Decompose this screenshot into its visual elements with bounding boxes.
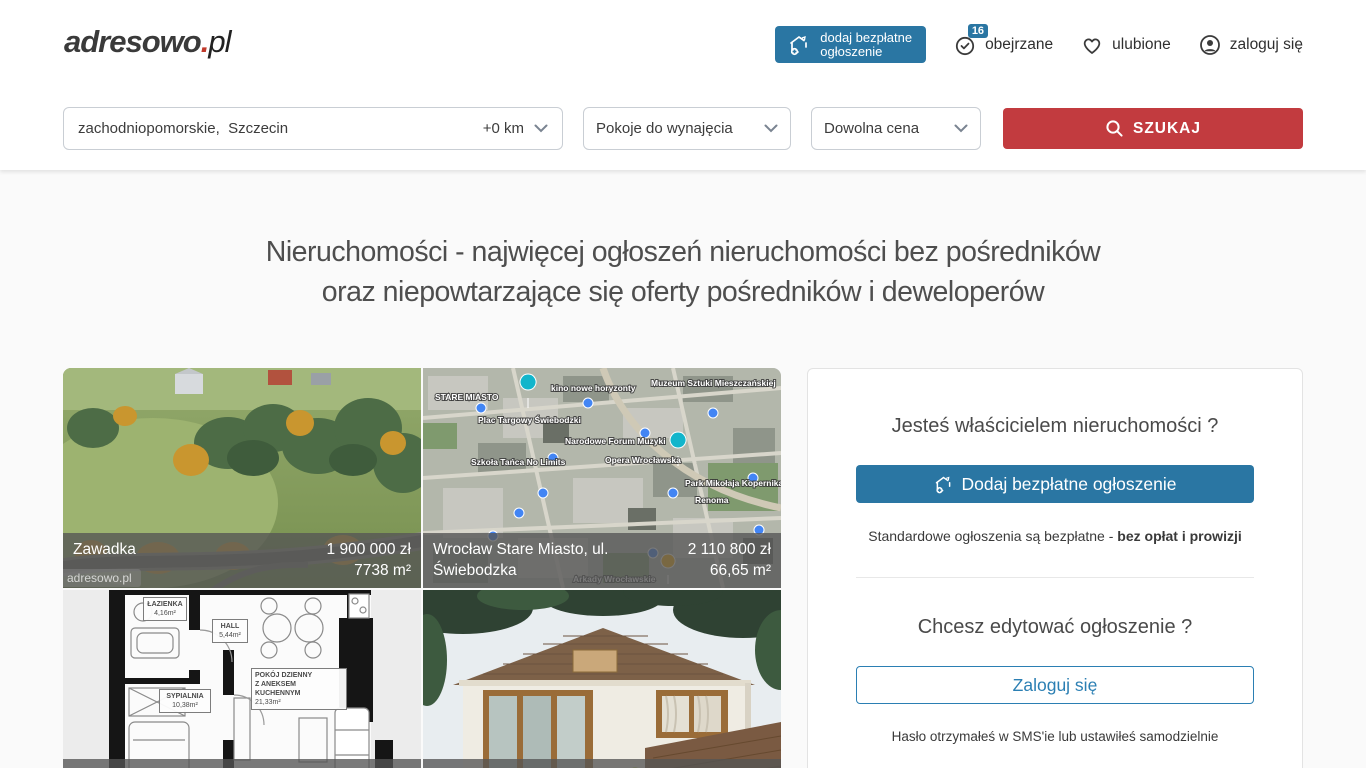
chevron-down-icon — [764, 124, 778, 133]
listing-price: 2 110 800 zł — [688, 541, 771, 558]
search-button-label: SZUKAJ — [1133, 120, 1201, 138]
svg-text:STARE MIASTO: STARE MIASTO — [435, 392, 499, 402]
svg-text:Szkoła Tańca No Limits: Szkoła Tańca No Limits — [471, 457, 566, 467]
listing-name: Wrocław Stare Miasto, ul. Świebodzka — [433, 539, 648, 581]
header: adresowo.pl dodaj bezpłatne ogłosze — [0, 0, 1366, 170]
svg-text:Narodowe Forum Muzyki: Narodowe Forum Muzyki — [565, 436, 666, 446]
floorplan-room-lazienka: ŁAZIENKA4,16m² — [143, 597, 187, 621]
price-select[interactable]: Dowolna cena — [811, 107, 981, 150]
user-icon — [1198, 33, 1222, 57]
brand-logo[interactable]: adresowo.pl — [64, 24, 230, 60]
login-link[interactable]: zaloguj się — [1198, 33, 1303, 57]
photo-watermark: adresowo.pl — [63, 569, 141, 587]
house-add-icon — [933, 474, 954, 495]
floorplan-image — [63, 590, 421, 768]
search-button[interactable]: SZUKAJ — [1003, 108, 1303, 149]
listing-area: 7738 m² — [354, 562, 411, 579]
property-type-value: Pokoje do wynajęcia — [596, 120, 733, 137]
house-add-icon — [787, 33, 811, 57]
sidebar-panel: Jesteś właścicielem nieruchomości ? Doda… — [807, 368, 1303, 768]
listing-overlay: Zacharzyce, ul. Tadeusza 455 000 zł — [63, 759, 421, 768]
content-area: Nieruchomości - najwięcej ogłoszeń nieru… — [0, 170, 1366, 768]
chevron-down-icon — [534, 124, 548, 133]
house-photo — [423, 590, 781, 768]
login-label: zaloguj się — [1230, 36, 1303, 54]
search-bar: zachodniopomorskie, Szczecin +0 km Pokoj… — [63, 107, 1303, 150]
property-type-select[interactable]: Pokoje do wynajęcia — [583, 107, 791, 150]
radius-dropdown[interactable]: +0 km — [483, 120, 548, 137]
listing-card-zacharzyce[interactable]: ŁAZIENKA4,16m² HALL5,44m² POKÓJ DZIENNYZ… — [63, 590, 421, 768]
svg-text:Renoma: Renoma — [695, 495, 729, 505]
location-input[interactable]: zachodniopomorskie, Szczecin +0 km — [63, 107, 563, 150]
floorplan-room-pokoj: POKÓJ DZIENNYZ ANEKSEM KUCHENNYM21,33m² — [251, 668, 347, 710]
brand-name: adresowo — [64, 24, 201, 59]
favorites-label: ulubione — [1112, 36, 1171, 54]
check-circle-icon: 16 — [953, 33, 977, 57]
price-value: Dowolna cena — [824, 120, 919, 137]
listing-price-area: 2 110 800 zł 66,65 m² — [688, 539, 771, 581]
edit-note: Hasło otrzymałeś w SMS'ie lub ustawiłeś … — [856, 729, 1254, 744]
heart-icon — [1080, 33, 1104, 57]
edit-section: Chcesz edytować ogłoszenie ? Zaloguj się… — [808, 578, 1302, 744]
owner-heading: Jesteś właścicielem nieruchomości ? — [856, 415, 1254, 438]
svg-text:Opera Wrocławska: Opera Wrocławska — [605, 455, 681, 465]
sidebar-login-button[interactable]: Zaloguj się — [856, 666, 1254, 704]
search-icon — [1105, 119, 1124, 138]
brand-tld: pl — [208, 24, 230, 59]
viewed-link[interactable]: 16 obejrzane — [953, 33, 1053, 57]
listing-price-area: 1 900 000 zł 7738 m² — [327, 539, 411, 581]
listing-overlay: Skierniewice Rawka, ul. 1 100 000 zł — [423, 759, 781, 768]
viewed-label: obejrzane — [985, 36, 1053, 54]
listing-price: 1 900 000 zł — [327, 541, 411, 558]
owner-note: Standardowe ogłoszenia są bezpłatne - be… — [856, 528, 1254, 544]
floorplan-room-sypialnia: SYPIALNIA10,38m² — [159, 689, 211, 713]
svg-text:Park Mikołaja Kopernika: Park Mikołaja Kopernika — [685, 478, 781, 488]
sidebar-add-listing-label: Dodaj bezpłatne ogłoszenie — [961, 474, 1176, 495]
listing-card-zawadka[interactable]: Zawadka 1 900 000 zł 7738 m² adresowo.pl — [63, 368, 421, 588]
add-listing-button[interactable]: dodaj bezpłatne ogłoszenie — [775, 26, 926, 63]
svg-text:kino nowe horyzonty: kino nowe horyzonty — [551, 383, 636, 393]
listing-overlay: Wrocław Stare Miasto, ul. Świebodzka 2 1… — [423, 533, 781, 588]
main-columns: Zawadka 1 900 000 zł 7738 m² adresowo.pl — [63, 368, 1303, 768]
chevron-down-icon — [954, 124, 968, 133]
svg-text:Muzeum Sztuki Mieszczańskiej: Muzeum Sztuki Mieszczańskiej — [651, 378, 776, 388]
listing-card-wroclaw[interactable]: STARE MIASTO kino nowe horyzonty Muzeum … — [423, 368, 781, 588]
owner-section: Jesteś właścicielem nieruchomości ? Doda… — [808, 369, 1302, 578]
sidebar-add-listing-button[interactable]: Dodaj bezpłatne ogłoszenie — [856, 465, 1254, 503]
svg-text:Plac Targowy Świebodzki: Plac Targowy Świebodzki — [478, 414, 581, 425]
location-value: zachodniopomorskie, Szczecin — [78, 120, 483, 137]
floorplan-room-hall: HALL5,44m² — [212, 619, 248, 643]
listing-card-skierniewice[interactable]: Skierniewice Rawka, ul. 1 100 000 zł — [423, 590, 781, 768]
page-title: Nieruchomości - najwięcej ogłoszeń nieru… — [0, 232, 1366, 312]
page: adresowo.pl dodaj bezpłatne ogłosze — [0, 0, 1366, 768]
radius-value: +0 km — [483, 120, 524, 137]
favorites-link[interactable]: ulubione — [1080, 33, 1171, 57]
viewed-badge: 16 — [968, 24, 988, 38]
listings-grid: Zawadka 1 900 000 zł 7738 m² adresowo.pl — [63, 368, 781, 768]
header-actions: dodaj bezpłatne ogłoszenie 16 obejrzane — [775, 26, 1303, 63]
edit-heading: Chcesz edytować ogłoszenie ? — [856, 616, 1254, 639]
add-listing-label: dodaj bezpłatne ogłoszenie — [820, 31, 912, 59]
listing-area: 66,65 m² — [710, 562, 771, 579]
